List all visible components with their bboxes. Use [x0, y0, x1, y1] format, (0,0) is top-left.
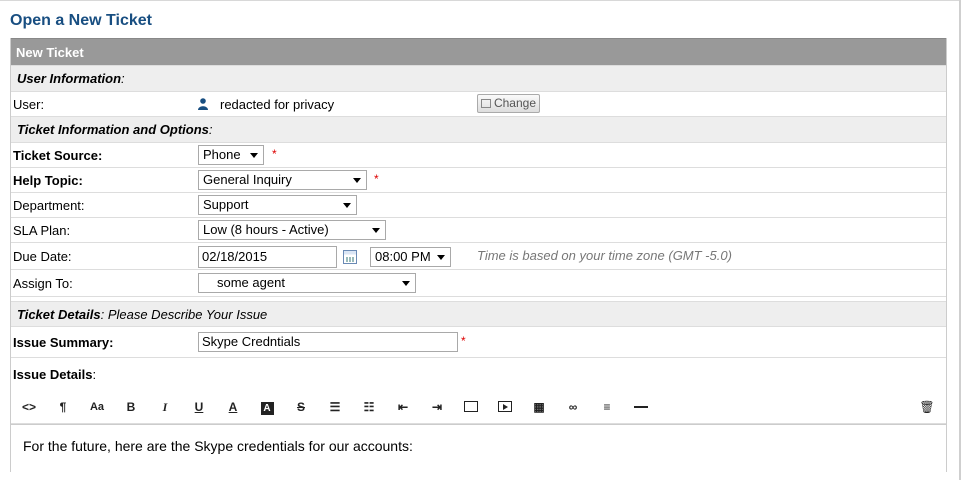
ticket-information-title: Ticket Information and Options [17, 122, 209, 137]
user-information-suffix: : [121, 71, 125, 86]
ticket-source-select[interactable]: Phone [198, 145, 264, 165]
new-ticket-form: New Ticket User Information: User: redac… [10, 38, 947, 472]
sla-plan-label: SLA Plan: [13, 223, 71, 238]
chevron-down-icon [343, 203, 351, 208]
assign-to-label: Assign To: [13, 276, 73, 291]
user-label: User: [13, 97, 45, 112]
chevron-down-icon [372, 228, 380, 233]
sla-plan-row: SLA Plan: Low (8 hours - Active) [11, 218, 946, 243]
chevron-down-icon [353, 178, 361, 183]
due-date-label: Due Date: [13, 249, 72, 264]
issue-details-label-suffix: : [92, 367, 97, 382]
user-information-title: User Information [17, 71, 122, 86]
paragraph-button[interactable]: ¶ [51, 398, 75, 416]
assign-to-value: some agent [217, 275, 285, 290]
chevron-down-icon [437, 255, 445, 260]
strikethrough-button[interactable]: S [289, 398, 313, 416]
due-date-input[interactable]: 02/18/2015 [198, 246, 337, 268]
editor-toolbar: <> ¶ Aa B I U A A S ☰ ☷ ⇤ ⇥ ▦ ∞ ≡ 🗑 [11, 390, 946, 424]
assign-to-row: Assign To: some agent [11, 270, 946, 297]
department-value: Support [203, 197, 249, 212]
timezone-hint: Time is based on your time zone (GMT -5.… [477, 248, 732, 263]
issue-details-label-text: Issue Details [13, 367, 93, 382]
sla-plan-select[interactable]: Low (8 hours - Active) [198, 220, 386, 240]
due-date-row: Due Date: 02/18/2015 08:00 PM Time is ba… [11, 243, 946, 270]
change-button-label: Change [493, 96, 537, 110]
ticket-information-suffix: : [208, 122, 213, 137]
help-topic-required: * [374, 172, 379, 186]
frame-top-border [0, 0, 961, 1]
user-information-section: User Information: [11, 66, 946, 92]
outdent-icon[interactable]: ⇤ [391, 398, 415, 416]
issue-summary-row: Issue Summary: Skype Credntials * [11, 327, 946, 358]
font-size-button[interactable]: Aa [85, 398, 109, 416]
align-left-icon[interactable]: ≡ [595, 398, 619, 416]
assign-to-select[interactable]: some agent [198, 273, 416, 293]
ticket-information-section: Ticket Information and Options: [11, 117, 946, 143]
ticket-details-rest: : Please Describe Your Issue [100, 307, 268, 322]
issue-details-editor[interactable]: For the future, here are the Skype crede… [11, 424, 946, 472]
edit-icon [480, 99, 491, 108]
due-time-select[interactable]: 08:00 PM [370, 247, 451, 267]
calendar-icon[interactable] [343, 250, 357, 264]
horizontal-rule-icon[interactable] [629, 398, 653, 416]
issue-summary-input[interactable]: Skype Credntials [198, 332, 458, 352]
user-value: redacted for privacy [220, 97, 335, 112]
numbered-list-icon[interactable]: ☷ [357, 398, 381, 416]
chevron-down-icon [402, 281, 410, 286]
html-code-icon[interactable]: <> [17, 398, 41, 416]
link-icon[interactable]: ∞ [561, 398, 585, 416]
issue-details-label: Issue Details: [13, 358, 96, 392]
image-icon[interactable] [459, 398, 483, 416]
user-icon [198, 98, 208, 110]
background-color-button[interactable]: A [255, 398, 279, 416]
form-header: New Ticket [11, 38, 946, 66]
user-row: User: redacted for privacy Change [11, 92, 946, 117]
ticket-source-label: Ticket Source: [13, 148, 103, 163]
sla-plan-value: Low (8 hours - Active) [203, 222, 329, 237]
background-color-glyph: A [260, 402, 274, 415]
video-icon[interactable] [493, 398, 517, 416]
help-topic-value: General Inquiry [203, 172, 292, 187]
issue-summary-required: * [461, 334, 466, 348]
bullet-list-icon[interactable]: ☰ [323, 398, 347, 416]
chevron-down-icon [250, 153, 258, 158]
department-label: Department: [13, 198, 85, 213]
ticket-source-row: Ticket Source: Phone * [11, 143, 946, 168]
help-topic-select[interactable]: General Inquiry [198, 170, 367, 190]
indent-icon[interactable]: ⇥ [425, 398, 449, 416]
help-topic-label: Help Topic: [13, 173, 83, 188]
ticket-details-title: Ticket Details [17, 307, 101, 322]
underline-button[interactable]: U [187, 398, 211, 416]
editor-content[interactable]: For the future, here are the Skype crede… [23, 438, 413, 454]
ticket-source-value: Phone [203, 147, 241, 162]
issue-details-row: Issue Details: [11, 358, 946, 390]
change-user-button[interactable]: Change [477, 94, 540, 113]
ticket-source-required: * [272, 147, 277, 161]
due-time-value: 08:00 PM [375, 249, 431, 264]
italic-button[interactable]: I [153, 398, 177, 416]
page-title: Open a New Ticket [10, 12, 152, 29]
department-row: Department: Support [11, 193, 946, 218]
ticket-details-section: Ticket Details: Please Describe Your Iss… [11, 301, 946, 327]
department-select[interactable]: Support [198, 195, 357, 215]
bold-button[interactable]: B [119, 398, 143, 416]
table-icon[interactable]: ▦ [527, 398, 551, 416]
trash-icon[interactable]: 🗑 [915, 398, 939, 416]
font-color-button[interactable]: A [221, 398, 245, 416]
issue-summary-label: Issue Summary: [13, 335, 114, 350]
help-topic-row: Help Topic: General Inquiry * [11, 168, 946, 193]
